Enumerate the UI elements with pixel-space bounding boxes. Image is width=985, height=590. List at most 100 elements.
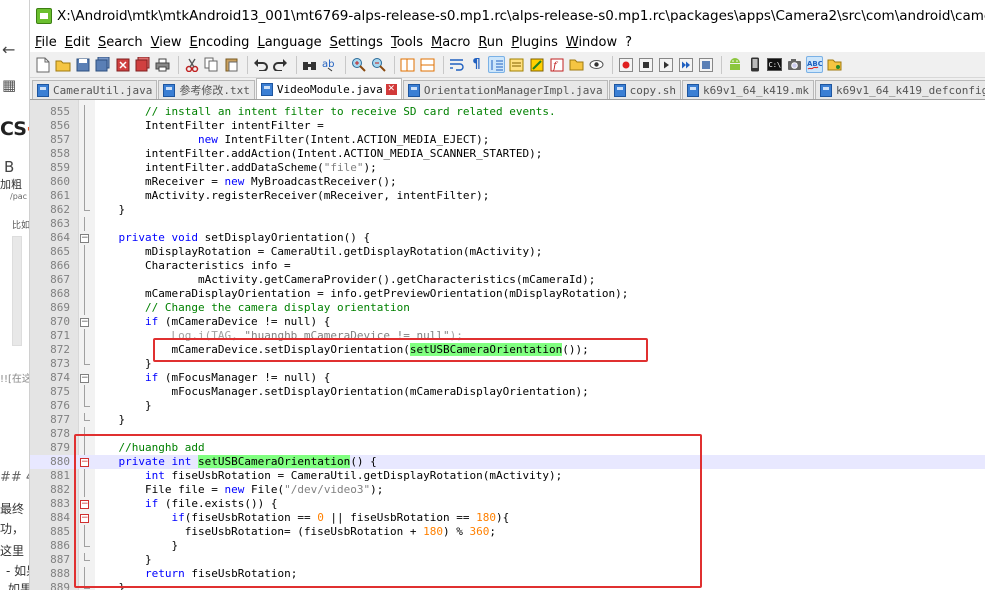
zoom-out-icon[interactable] (370, 56, 387, 73)
code-line[interactable]: 861 mActivity.registerReceiver(mReceiver… (30, 189, 985, 203)
run-macro-multiple-icon[interactable] (677, 56, 694, 73)
code-line[interactable]: 865 mDisplayRotation = CameraUtil.getDis… (30, 245, 985, 259)
code-line[interactable]: 882 File file = new File("/dev/video3"); (30, 483, 985, 497)
code-line[interactable]: 858 intentFilter.addAction(Intent.ACTION… (30, 147, 985, 161)
code-line[interactable]: 888 return fiseUsbRotation; (30, 567, 985, 581)
open-folder-icon[interactable] (54, 56, 71, 73)
save-icon[interactable] (74, 56, 91, 73)
code-line[interactable]: 870 − if (mCameraDevice != null) { (30, 315, 985, 329)
code-line[interactable]: 881 int fiseUsbRotation = CameraUtil.get… (30, 469, 985, 483)
menu-search[interactable]: Search (97, 35, 150, 50)
side-scrollbar[interactable] (12, 236, 22, 346)
code-line[interactable]: 863 (30, 217, 985, 231)
bold-button[interactable]: B (4, 158, 14, 176)
code-line[interactable]: 886 } (30, 539, 985, 553)
code-line[interactable]: 875 mFocusManager.setDisplayOrientation(… (30, 385, 985, 399)
code-line[interactable]: 872 mCameraDevice.setDisplayOrientation(… (30, 343, 985, 357)
code-line[interactable]: 876 } (30, 399, 985, 413)
tab-4[interactable]: copy.sh (608, 80, 681, 99)
word-wrap-icon[interactable] (448, 56, 465, 73)
code-line[interactable]: 869 // Change the camera display orienta… (30, 301, 985, 315)
zoom-in-icon[interactable] (350, 56, 367, 73)
menu-tools[interactable]: Tools (390, 35, 430, 50)
indent-guide-icon[interactable] (488, 56, 505, 73)
spell-check-icon[interactable]: ABC (806, 56, 823, 73)
code-line[interactable]: 877 } (30, 413, 985, 427)
tab-5[interactable]: k69v1_64_k419.mk (681, 80, 814, 99)
close-file-icon[interactable] (114, 56, 131, 73)
fold-toggle-icon[interactable]: − (80, 234, 89, 243)
menu-settings[interactable]: Settings (329, 35, 390, 50)
phone-icon[interactable] (746, 56, 763, 73)
tab-close-icon[interactable]: ✕ (385, 83, 397, 95)
code-line[interactable]: 866 Characteristics info = (30, 259, 985, 273)
monitoring-eye-icon[interactable] (588, 56, 605, 73)
folder-workspace-icon[interactable] (568, 56, 585, 73)
sync-vertical-icon[interactable] (399, 56, 416, 73)
code-line[interactable]: 871 Log.i(TAG, "huanghb mCameraDevice !=… (30, 329, 985, 343)
code-line[interactable]: 862 } (30, 203, 985, 217)
find-icon[interactable] (301, 56, 318, 73)
save-macro-icon[interactable] (697, 56, 714, 73)
camera-plugin-icon[interactable] (786, 56, 803, 73)
code-line[interactable]: 889 } (30, 581, 985, 590)
code-line[interactable]: 857 new IntentFilter(Intent.ACTION_MEDIA… (30, 133, 985, 147)
save-all-icon[interactable] (94, 56, 111, 73)
paste-icon[interactable] (223, 56, 240, 73)
sync-horizontal-icon[interactable] (419, 56, 436, 73)
udl-icon[interactable] (508, 56, 525, 73)
fold-toggle-icon[interactable]: − (80, 374, 89, 383)
doc-map-icon[interactable] (528, 56, 545, 73)
cut-icon[interactable] (183, 56, 200, 73)
function-list-icon[interactable]: f (548, 56, 565, 73)
menu-encoding[interactable]: Encoding (189, 35, 257, 50)
tab-6[interactable]: k69v1_64_k419_defconfig (814, 80, 985, 99)
code-line[interactable]: 887 } (30, 553, 985, 567)
fold-toggle-icon[interactable]: − (80, 500, 89, 509)
play-macro-icon[interactable] (657, 56, 674, 73)
back-arrow-icon[interactable]: ← (2, 40, 15, 59)
menu-plugins[interactable]: Plugins (510, 35, 565, 50)
fold-toggle-icon[interactable]: − (80, 514, 89, 523)
code-line[interactable]: 884 − if(fiseUsbRotation == 0 || fiseUsbR… (30, 511, 985, 525)
menu-run[interactable]: Run (477, 35, 510, 50)
code-line[interactable]: 859 intentFilter.addDataScheme("file"); (30, 161, 985, 175)
fold-toggle-icon[interactable]: − (80, 318, 89, 327)
code-line[interactable]: 855 // install an intent filter to recei… (30, 105, 985, 119)
tab-1[interactable]: 参考修改.txt (158, 80, 255, 99)
code-line[interactable]: 868 mCameraDisplayOrientation = info.get… (30, 287, 985, 301)
code-line[interactable]: 883 − if (file.exists()) { (30, 497, 985, 511)
command-prompt-icon[interactable]: C:\ (766, 56, 783, 73)
tab-2[interactable]: VideoModule.java ✕ (255, 78, 402, 99)
copy-icon[interactable] (203, 56, 220, 73)
code-line[interactable]: 885 fiseUsbRotation= (fiseUsbRotation + … (30, 525, 985, 539)
menu-file[interactable]: File (34, 35, 64, 50)
show-all-chars-icon[interactable]: ¶ (468, 56, 485, 73)
menu-help[interactable]: ? (624, 35, 639, 50)
code-editor[interactable]: 855 // install an intent filter to recei… (30, 100, 985, 590)
menu-window[interactable]: Window (565, 35, 624, 50)
code-line[interactable]: 879 //huanghb add (30, 441, 985, 455)
code-line[interactable]: 856 IntentFilter intentFilter = (30, 119, 985, 133)
tab-0[interactable]: CameraUtil.java (32, 80, 158, 99)
code-line[interactable]: 874 − if (mFocusManager != null) { (30, 371, 985, 385)
code-line[interactable]: 860 mReceiver = new MyBroadcastReceiver(… (30, 175, 985, 189)
replace-icon[interactable]: ab (321, 56, 338, 73)
print-icon[interactable] (154, 56, 171, 73)
code-line[interactable]: 880 − private int setUSBCameraOrientation… (30, 455, 985, 469)
fold-toggle-icon[interactable]: − (80, 458, 89, 467)
close-all-icon[interactable] (134, 56, 151, 73)
android-icon[interactable] (726, 56, 743, 73)
stop-macro-icon[interactable] (637, 56, 654, 73)
code-line[interactable]: 878 (30, 427, 985, 441)
tab-3[interactable]: OrientationManagerImpl.java (402, 80, 608, 99)
code-line[interactable]: 864 − private void setDisplayOrientation(… (30, 231, 985, 245)
folder-plugin-icon[interactable] (826, 56, 843, 73)
code-line[interactable]: 867 mActivity.getCameraProvider().getCha… (30, 273, 985, 287)
code-line[interactable]: 873 } (30, 357, 985, 371)
menu-view[interactable]: View (150, 35, 189, 50)
menu-edit[interactable]: Edit (64, 35, 97, 50)
undo-icon[interactable] (252, 56, 269, 73)
menu-macro[interactable]: Macro (430, 35, 477, 50)
menu-language[interactable]: Language (256, 35, 328, 50)
